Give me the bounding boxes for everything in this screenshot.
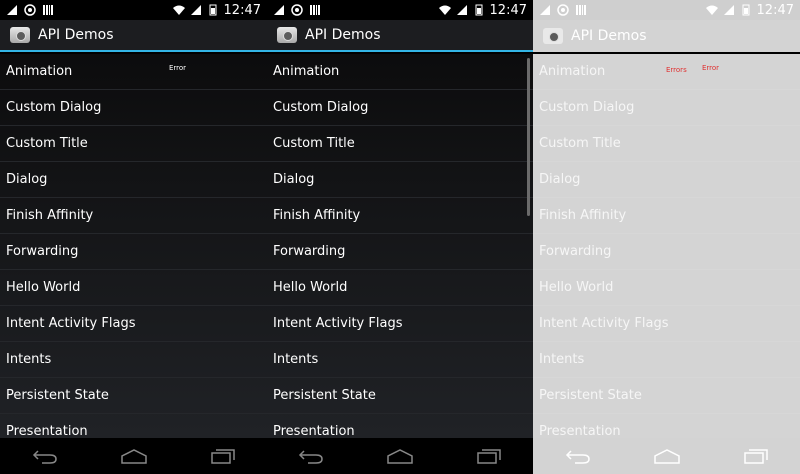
list-item[interactable]: Intent Activity Flags (0, 306, 267, 342)
navigation-bar (0, 438, 267, 474)
list-item[interactable]: Persistent State (267, 378, 533, 414)
status-bar: 12:47 (533, 0, 800, 20)
back-button[interactable] (296, 446, 326, 466)
home-icon (653, 449, 680, 464)
list-item[interactable]: Custom Dialog (267, 90, 533, 126)
list-item[interactable]: Animation (267, 54, 533, 90)
action-bar: API Demos (267, 20, 533, 52)
list-item[interactable]: Dialog (0, 162, 267, 198)
phone-screen-3: 12:47 API Demos Animation Custom Dialog … (533, 0, 800, 474)
list-item[interactable]: Custom Title (533, 126, 800, 162)
whatsapp-icon (291, 4, 303, 16)
recents-icon (743, 449, 768, 464)
recents-button[interactable] (474, 446, 504, 466)
home-icon (120, 449, 147, 464)
back-button[interactable] (563, 446, 593, 466)
app-icon[interactable] (277, 27, 297, 43)
wifi-icon (172, 5, 185, 15)
list-item[interactable]: Persistent State (533, 378, 800, 414)
action-bar: API Demos (533, 20, 800, 52)
list-item[interactable]: Intent Activity Flags (267, 306, 533, 342)
recents-icon (476, 449, 501, 464)
list-item[interactable]: Intents (533, 342, 800, 378)
battery-icon (209, 4, 217, 16)
status-bar: 12:47 (267, 0, 533, 20)
phone-screen-1: 12:47 API Demos Animation Custom Dialog … (0, 0, 267, 474)
recents-button[interactable] (208, 446, 238, 466)
list-item[interactable]: Intents (0, 342, 267, 378)
list-item[interactable]: Persistent State (0, 378, 267, 414)
list-item[interactable]: Intents (267, 342, 533, 378)
barcode-icon (43, 5, 53, 15)
list-item[interactable]: Dialog (267, 162, 533, 198)
app-title: API Demos (571, 28, 647, 44)
notification-icon (274, 5, 284, 15)
list-item[interactable]: Hello World (0, 270, 267, 306)
app-title: API Demos (305, 27, 381, 43)
barcode-icon (576, 5, 586, 15)
error-label: Error (169, 64, 187, 72)
demo-list[interactable]: Animation Custom Dialog Custom Title Dia… (267, 54, 533, 450)
notification-icon (7, 5, 17, 15)
list-item[interactable]: Forwarding (533, 234, 800, 270)
list-item[interactable]: Hello World (533, 270, 800, 306)
status-time: 12:47 (756, 2, 794, 18)
back-button[interactable] (30, 446, 60, 466)
whatsapp-icon (24, 4, 36, 16)
back-icon (299, 450, 324, 464)
navigation-bar (267, 438, 533, 474)
home-button[interactable] (119, 446, 149, 466)
list-item[interactable]: Finish Affinity (267, 198, 533, 234)
battery-icon (742, 4, 750, 16)
list-item[interactable]: Hello World (267, 270, 533, 306)
error-label: Errors (666, 66, 687, 74)
list-item[interactable]: Custom Dialog (0, 90, 267, 126)
list-item[interactable]: Animation (0, 54, 267, 90)
demo-list[interactable]: Animation Custom Dialog Custom Title Dia… (0, 54, 267, 450)
recents-icon (210, 449, 235, 464)
recents-button[interactable] (741, 446, 771, 466)
error-label: Error (702, 64, 720, 72)
home-icon (387, 449, 413, 464)
list-item[interactable]: Forwarding (0, 234, 267, 270)
list-item[interactable]: Finish Affinity (533, 198, 800, 234)
signal-icon (723, 5, 734, 15)
status-time: 12:47 (489, 2, 527, 18)
list-item[interactable]: Custom Dialog (533, 90, 800, 126)
status-time: 12:47 (223, 2, 261, 18)
app-icon[interactable] (10, 27, 30, 43)
barcode-icon (310, 5, 320, 15)
demo-list[interactable]: Animation Custom Dialog Custom Title Dia… (533, 54, 800, 450)
list-item[interactable]: Custom Title (267, 126, 533, 162)
scrollbar[interactable] (527, 58, 530, 216)
app-title: API Demos (38, 27, 114, 43)
wifi-icon (438, 5, 451, 15)
list-item[interactable]: Forwarding (267, 234, 533, 270)
status-bar: 12:47 (0, 0, 267, 20)
back-icon (32, 450, 57, 464)
whatsapp-icon (557, 4, 569, 16)
list-item[interactable]: Dialog (533, 162, 800, 198)
action-bar: API Demos (0, 20, 267, 52)
list-item[interactable]: Custom Title (0, 126, 267, 162)
phone-screen-2: 12:47 API Demos Animation Custom Dialog … (267, 0, 533, 474)
navigation-bar (533, 438, 800, 474)
signal-icon (456, 5, 467, 15)
home-button[interactable] (385, 446, 415, 466)
signal-icon (190, 5, 201, 15)
list-item[interactable]: Finish Affinity (0, 198, 267, 234)
list-item[interactable]: Intent Activity Flags (533, 306, 800, 342)
notification-icon (540, 5, 550, 15)
battery-icon (475, 4, 483, 16)
app-icon[interactable] (543, 28, 563, 44)
home-button[interactable] (652, 446, 682, 466)
back-icon (565, 450, 590, 464)
wifi-icon (705, 5, 718, 15)
